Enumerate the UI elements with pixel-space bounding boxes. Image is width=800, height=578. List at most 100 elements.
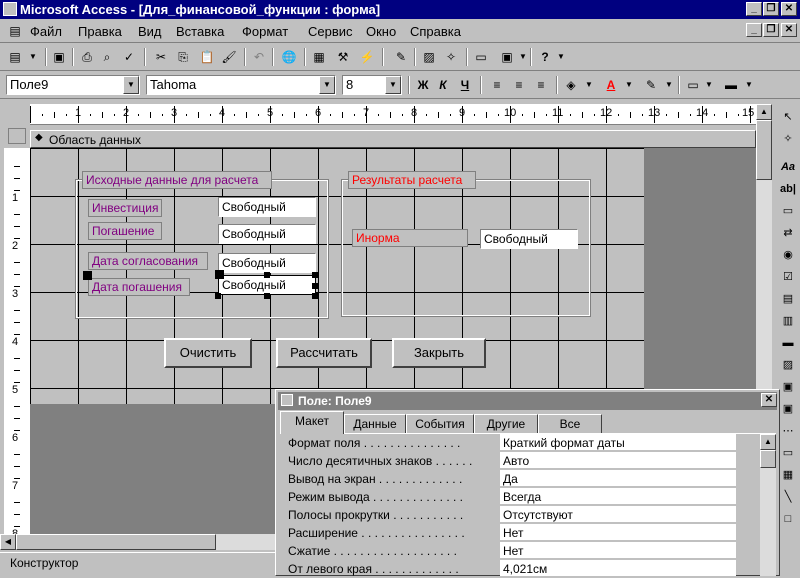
property-value[interactable]: Отсутствуют: [500, 506, 736, 523]
minimize-button[interactable]: _: [746, 2, 762, 16]
property-value[interactable]: 4,021см: [500, 560, 736, 577]
menu-tools[interactable]: Сервис: [308, 24, 353, 39]
property-value[interactable]: Нет: [500, 542, 736, 559]
calculate-button[interactable]: Рассчитать: [276, 338, 372, 368]
clear-button[interactable]: Очистить: [164, 338, 252, 368]
field-list-icon[interactable]: ▦: [310, 48, 328, 66]
line-tool-icon[interactable]: ╲: [779, 488, 797, 506]
builder-icon[interactable]: ✧: [442, 48, 460, 66]
resize-handle[interactable]: [264, 293, 270, 299]
underline-button[interactable]: Ч: [456, 76, 474, 94]
wizard-icon[interactable]: ✧: [779, 130, 797, 148]
restore-button[interactable]: ❐: [763, 2, 779, 16]
save-icon[interactable]: ▣: [50, 48, 68, 66]
unbound-object-icon[interactable]: ▣: [779, 378, 797, 396]
border-width-dropdown-icon[interactable]: ▼: [700, 76, 718, 94]
select-objects-icon[interactable]: ↖: [779, 108, 797, 126]
menu-format[interactable]: Формат: [242, 24, 288, 39]
scroll-up-icon[interactable]: ▲: [756, 104, 772, 120]
property-row[interactable]: Сжатие . . . . . . . . . . . . . . . . .…: [282, 542, 756, 560]
menu-insert[interactable]: Вставка: [176, 24, 224, 39]
label-inorma[interactable]: Инорма: [352, 229, 468, 247]
label-investment[interactable]: Инвестиция: [88, 199, 162, 217]
format-painter-icon[interactable]: 🖌: [220, 48, 238, 66]
font-color-dropdown-icon[interactable]: ▼: [620, 76, 638, 94]
resize-handle[interactable]: [215, 293, 221, 299]
hyperlink-icon[interactable]: 🌐: [280, 48, 298, 66]
database-window-icon[interactable]: ▭: [472, 48, 490, 66]
form-icon[interactable]: ▤: [6, 22, 24, 40]
tab-events[interactable]: События: [406, 414, 474, 434]
align-center-icon[interactable]: ≡: [510, 76, 528, 94]
form-selector[interactable]: [8, 128, 26, 144]
special-effect-icon[interactable]: ▬: [722, 76, 740, 94]
help-dropdown-icon[interactable]: ▼: [552, 48, 570, 66]
chevron-down-icon[interactable]: ▼: [123, 76, 139, 94]
toggle-button-icon[interactable]: ⇄: [779, 224, 797, 242]
menu-window[interactable]: Окно: [366, 24, 396, 39]
label-repayment[interactable]: Погашение: [88, 222, 162, 240]
close-form-button[interactable]: Закрыть: [392, 338, 486, 368]
paste-icon[interactable]: 📋: [198, 48, 216, 66]
property-value[interactable]: Авто: [500, 452, 736, 469]
align-left-icon[interactable]: ≡: [488, 76, 506, 94]
label-tool-icon[interactable]: Aa: [779, 158, 797, 176]
label-agreement-date[interactable]: Дата согласования: [88, 252, 208, 270]
special-effect-dropdown-icon[interactable]: ▼: [740, 76, 758, 94]
list-box-icon[interactable]: ▥: [779, 312, 797, 330]
size-combo[interactable]: 8 ▼: [342, 75, 402, 95]
combo-box-icon[interactable]: ▤: [779, 290, 797, 308]
resize-handle[interactable]: [264, 272, 270, 278]
group-title-inputs[interactable]: Исходные данные для расчета: [82, 171, 272, 189]
hscroll-thumb[interactable]: [16, 534, 216, 550]
chevron-down-icon[interactable]: ▼: [319, 76, 335, 94]
toolbox-icon[interactable]: ⚒: [334, 48, 352, 66]
scroll-up-icon[interactable]: ▲: [760, 434, 776, 450]
tab-data[interactable]: Данные: [344, 414, 406, 434]
property-row[interactable]: Формат поля . . . . . . . . . . . . . . …: [282, 434, 756, 452]
scroll-thumb[interactable]: [756, 120, 772, 180]
menu-help[interactable]: Справка: [410, 24, 461, 39]
view-dropdown-icon[interactable]: ▼: [24, 48, 42, 66]
field-inorma[interactable]: Свободный: [480, 229, 578, 249]
tab-all[interactable]: Все: [538, 414, 602, 434]
property-row[interactable]: Расширение . . . . . . . . . . . . . . .…: [282, 524, 756, 542]
label-repayment-date[interactable]: Дата погашения: [88, 278, 190, 296]
code-icon[interactable]: ✎: [392, 48, 410, 66]
font-color-icon[interactable]: A: [602, 76, 620, 94]
font-combo[interactable]: Tahoma ▼: [146, 75, 336, 95]
option-button-icon[interactable]: ◉: [779, 246, 797, 264]
fill-color-dropdown-icon[interactable]: ▼: [580, 76, 598, 94]
properties-close-button[interactable]: ✕: [761, 393, 777, 407]
command-button-icon[interactable]: ▬: [779, 334, 797, 352]
bold-button[interactable]: Ж: [414, 76, 432, 94]
field-investment[interactable]: Свободный: [218, 197, 316, 217]
spelling-icon[interactable]: ✓: [120, 48, 138, 66]
undo-icon[interactable]: ↶: [250, 48, 268, 66]
autoformat-icon[interactable]: ⚡: [358, 48, 376, 66]
italic-button[interactable]: К: [434, 76, 452, 94]
doc-close-button[interactable]: ✕: [781, 23, 797, 37]
cut-icon[interactable]: ✂: [152, 48, 170, 66]
subform-icon[interactable]: ▦: [779, 466, 797, 484]
checkbox-icon[interactable]: ☑: [779, 268, 797, 286]
properties-icon[interactable]: ▨: [420, 48, 438, 66]
properties-title[interactable]: Поле: Поле9: [278, 392, 777, 410]
section-header[interactable]: ◆ Область данных: [30, 130, 756, 148]
field-repayment-date[interactable]: Свободный: [218, 275, 316, 295]
copy-icon[interactable]: ⎘: [174, 48, 192, 66]
resize-handle[interactable]: [312, 293, 318, 299]
menu-view[interactable]: Вид: [138, 24, 162, 39]
property-row[interactable]: Режим вывода . . . . . . . . . . . . . .…: [282, 488, 756, 506]
move-handle[interactable]: [215, 270, 224, 279]
property-value[interactable]: Да: [500, 470, 736, 487]
fill-color-icon[interactable]: ◈: [562, 76, 580, 94]
property-value[interactable]: Нет: [500, 524, 736, 541]
field-agreement-date[interactable]: Свободный: [218, 253, 316, 273]
horizontal-scrollbar[interactable]: ◀: [0, 534, 276, 550]
property-row[interactable]: Полосы прокрутки . . . . . . . . . . . От…: [282, 506, 756, 524]
line-color-icon[interactable]: ✎: [642, 76, 660, 94]
option-group-icon[interactable]: ▭: [779, 202, 797, 220]
menu-file[interactable]: Файл: [30, 24, 62, 39]
property-row[interactable]: Вывод на экран . . . . . . . . . . . . .…: [282, 470, 756, 488]
